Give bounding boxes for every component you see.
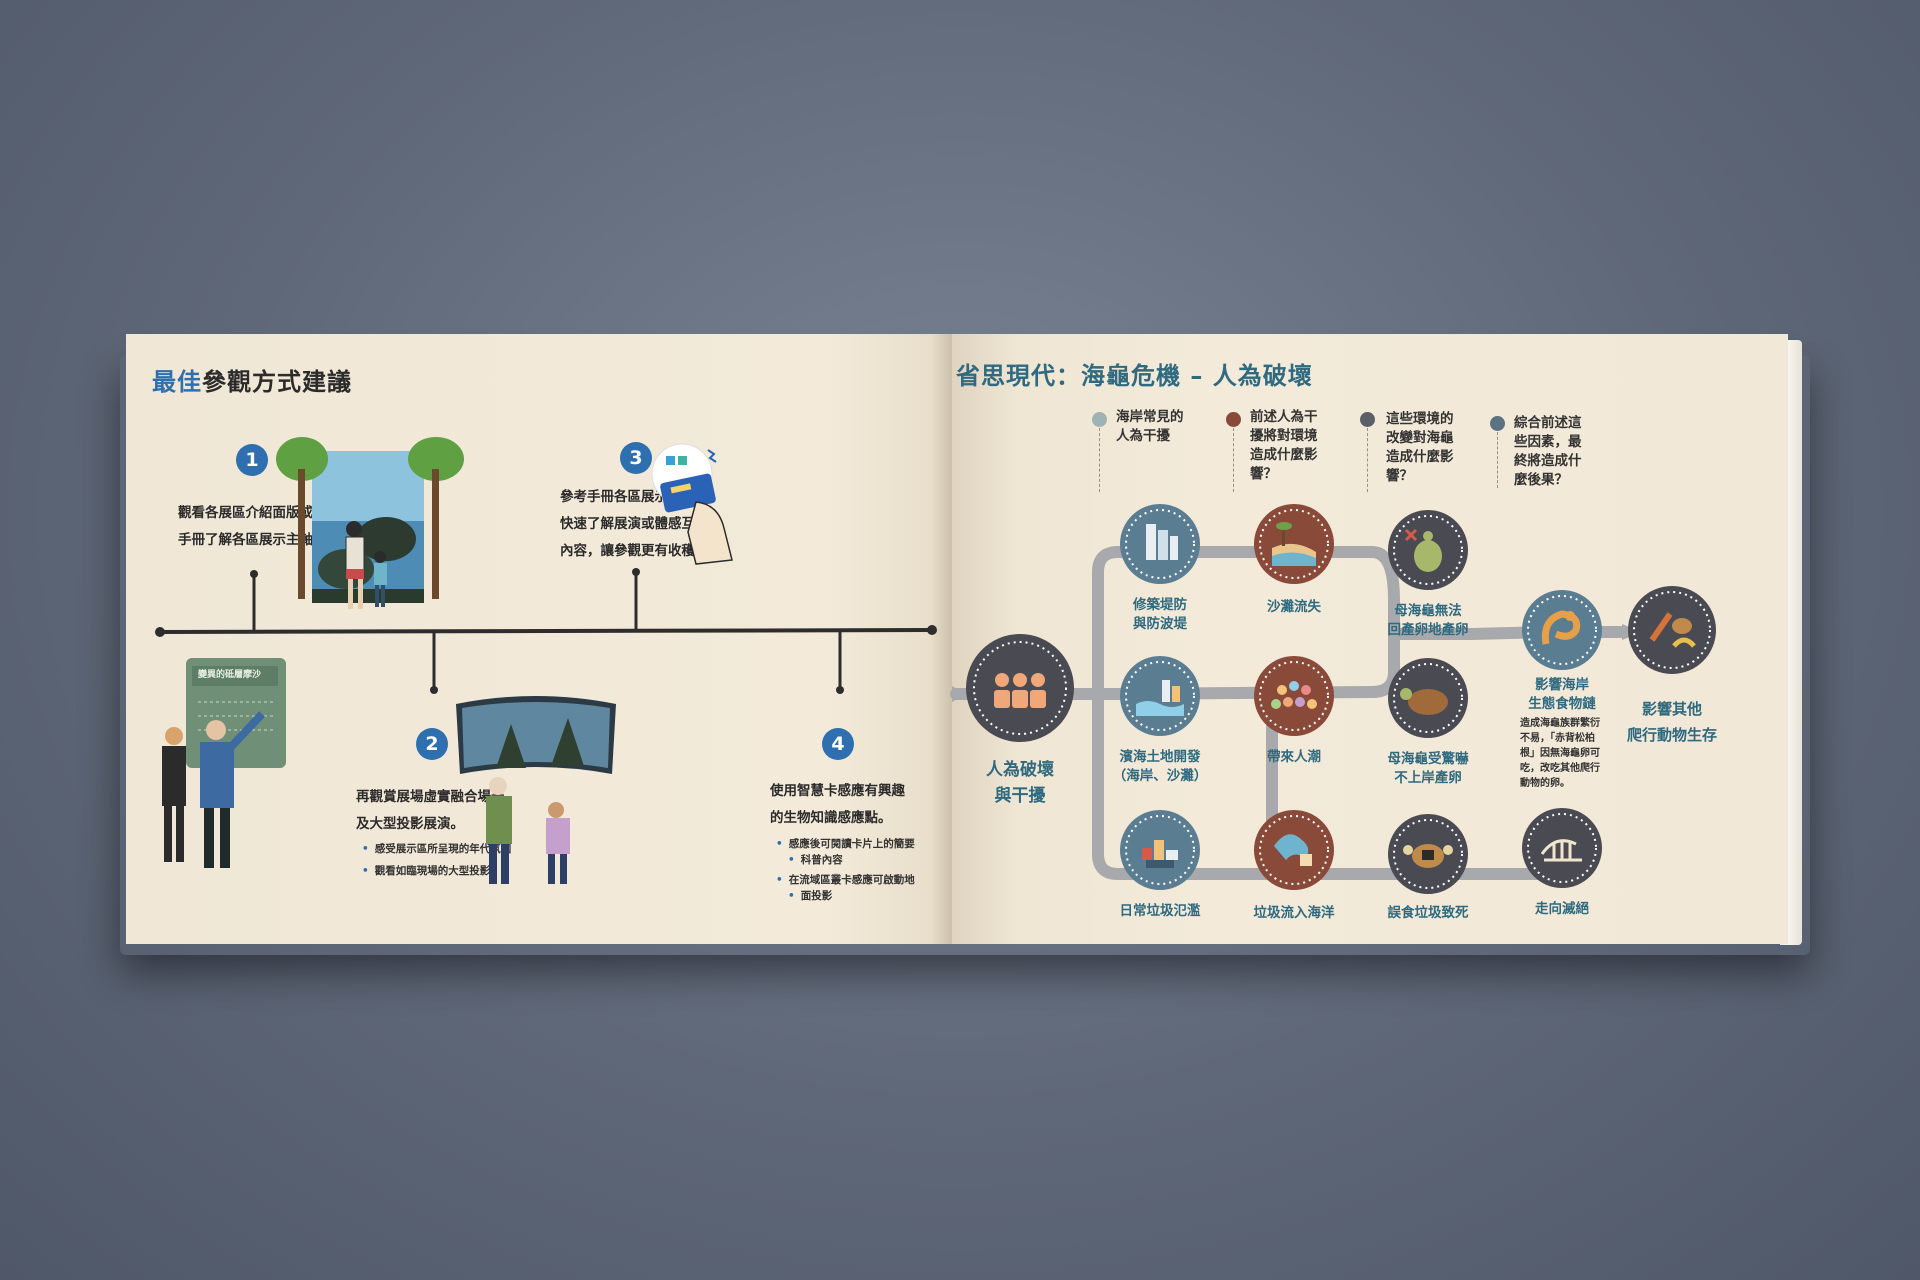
note-line: 動物的卵。 (1520, 778, 1570, 789)
note-line: 造成海龜族群繁衍 (1520, 718, 1600, 729)
label-line: 垃圾流入海洋 (1253, 905, 1335, 921)
turtle-cross-icon (1388, 510, 1468, 590)
label-line: 與干擾 (994, 786, 1046, 806)
label-line: 修築堤防 (1133, 597, 1187, 613)
label-line: 母海龜受驚嚇 (1387, 751, 1469, 767)
label-line: （海岸、沙灘） (1112, 768, 1208, 784)
right-page: 省思現代：海龜危機 – 人為破壞 海岸常見的 人為干擾 前述人為干 擾將對環境 … (950, 334, 1788, 944)
note-line: 不易，「赤背松柏 (1520, 733, 1595, 744)
step-4-bullet: 在流域區叢卡感應可啟動地 (776, 872, 915, 888)
label-line: 母海龜無法 (1394, 603, 1462, 619)
label-line: 沙灘流失 (1267, 599, 1321, 615)
crowd-icon (1254, 656, 1334, 736)
node-label-ocean-trash: 垃圾流入海洋 (1234, 904, 1354, 923)
node-label-food-chain: 影響海岸 生態食物鏈 (1502, 676, 1622, 714)
turtle-eating-trash-icon (1388, 814, 1468, 894)
step-2-number: 2 (416, 728, 448, 760)
label-line: 爬行動物生存 (1626, 726, 1717, 744)
start-node-label: 人為破壞 與干擾 (968, 757, 1072, 809)
label-line: 生態食物鏈 (1528, 696, 1596, 712)
node-label-dam: 修築堤防 與防波堤 (1100, 596, 1220, 634)
snake-icon (1522, 590, 1602, 670)
step-4-line: 使用智慧卡感應有興趣 (770, 783, 905, 799)
label-line: 走向滅絕 (1535, 901, 1589, 917)
food-chain-note: 造成海龜族群繁衍 不易，「赤背松柏 根」因無海龜卵可 吃，改吃其他爬行 動物的卵… (1520, 716, 1600, 791)
note-line: 根」因無海龜卵可 (1520, 748, 1600, 759)
step-4-bullet: 感應後可閱讀卡片上的簡要 (776, 836, 915, 852)
step-4-line: 的生物知識感應點。 (770, 810, 892, 826)
trash-pile-icon (1120, 810, 1200, 890)
turtle-icon (1388, 658, 1468, 738)
step-1-number: 1 (236, 444, 268, 476)
dam-icon (1120, 504, 1200, 584)
label-line: 不上岸產卵 (1394, 770, 1462, 786)
people-group-icon (966, 634, 1074, 742)
label-line: 濱海土地開發 (1119, 749, 1201, 765)
forest-exhibit-illustration (276, 437, 464, 609)
label-line: 影響其他 (1641, 700, 1702, 718)
label-line: 帶來人潮 (1267, 749, 1321, 765)
node-label-eat-trash: 誤食垃圾致死 (1368, 904, 1488, 923)
smart-card-illustration (651, 443, 733, 565)
reptiles-icon (1628, 586, 1716, 674)
label-line: 人為破壞 (986, 760, 1054, 780)
label-line: 日常垃圾氾濫 (1119, 903, 1201, 919)
node-label-trash: 日常垃圾氾濫 (1100, 902, 1220, 921)
label-line: 影響海岸 (1535, 677, 1589, 693)
label-line: 回產卵地產卵 (1387, 622, 1469, 638)
beach-erosion-icon (1254, 504, 1334, 584)
label-line: 與防波堤 (1133, 616, 1187, 632)
board-text: 變異的砥層摩沙 (198, 670, 262, 680)
coastal-development-icon (1120, 656, 1200, 736)
node-label-coastal: 濱海土地開發 （海岸、沙灘） (1090, 748, 1230, 786)
visitors-board-illustration (162, 658, 286, 868)
step-4-bullet-cont: 面投影 (788, 888, 915, 904)
label-line: 誤食垃圾致死 (1387, 905, 1469, 921)
step-4-number: 4 (822, 728, 854, 760)
left-page: 最佳參觀方式建議 1 觀看各展區介紹面版或本 手冊了解各區展示主軸。 3 參考手… (126, 334, 952, 944)
projection-illustration (456, 696, 616, 884)
step-4-text: 使用智慧卡感應有興趣 的生物知識感應點。 感應後可閱讀卡片上的簡要 科普內容 在… (770, 778, 915, 904)
note-line: 吃，改吃其他爬行 (1520, 763, 1600, 774)
node-label-turtle-no: 母海龜無法 回產卵地產卵 (1358, 602, 1498, 640)
final-node-label: 影響其他 爬行動物生存 (1616, 696, 1728, 748)
skeleton-icon (1522, 808, 1602, 888)
node-label-extinct: 走向滅絕 (1502, 900, 1622, 919)
ocean-trash-icon (1254, 810, 1334, 890)
step-4-bullet-cont: 科普內容 (788, 852, 915, 868)
node-label-turtle-scared: 母海龜受驚嚇 不上岸產卵 (1358, 750, 1498, 788)
node-label-beach: 沙灘流失 (1234, 598, 1354, 617)
node-label-crowd: 帶來人潮 (1234, 748, 1354, 767)
